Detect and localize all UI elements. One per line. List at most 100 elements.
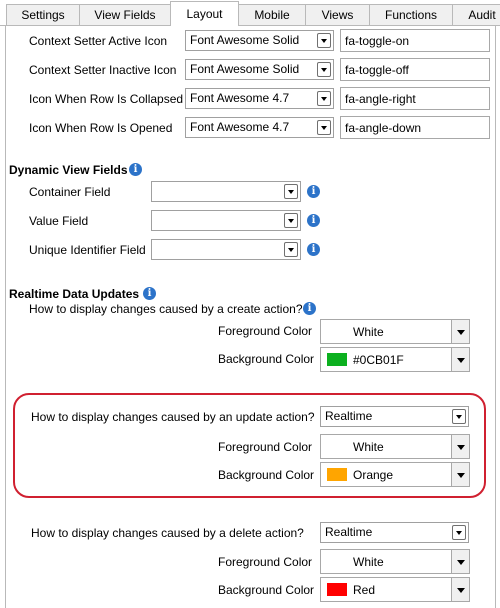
tab-view-fields[interactable]: View Fields (79, 4, 171, 25)
dropdown-button[interactable] (284, 242, 298, 257)
dropdown-button[interactable] (452, 525, 466, 540)
background-color-label: Background Color (218, 352, 315, 366)
delete-background-color-select[interactable]: Red (320, 577, 470, 602)
info-icon[interactable]: i (307, 185, 320, 198)
delete-mode-value: Realtime (325, 525, 373, 539)
icon-library-select[interactable]: Font Awesome 4.7 (185, 88, 334, 109)
icon-library-value: Font Awesome Solid (190, 62, 300, 76)
background-color-label: Background Color (218, 583, 315, 597)
chevron-down-icon (288, 190, 294, 194)
icon-setting-label: Context Setter Inactive Icon (29, 63, 177, 77)
tab-settings[interactable]: Settings (6, 4, 80, 25)
color-value: White (353, 325, 384, 339)
tab-bar: Settings View Fields Layout Mobile Views… (0, 0, 500, 26)
info-icon[interactable]: i (307, 214, 320, 227)
dropdown-button[interactable] (452, 409, 466, 424)
icon-library-value: Font Awesome Solid (190, 33, 300, 47)
delete-foreground-color-select[interactable]: White (320, 549, 470, 574)
create-background-color-select[interactable]: #0CB01F (320, 347, 470, 372)
info-icon[interactable]: i (303, 302, 316, 315)
color-swatch (327, 583, 347, 596)
color-swatch (327, 468, 347, 481)
chevron-down-icon (457, 588, 465, 593)
icon-name-input[interactable]: fa-angle-right (340, 87, 490, 110)
chevron-down-icon (456, 415, 462, 419)
icon-setting-label: Context Setter Active Icon (29, 34, 168, 48)
foreground-color-label: Foreground Color (218, 324, 313, 338)
color-value: White (353, 440, 384, 454)
container-field-select[interactable] (151, 181, 301, 202)
chevron-down-icon (288, 219, 294, 223)
dropdown-button[interactable] (317, 120, 331, 135)
icon-name-value: fa-toggle-off (345, 63, 409, 77)
create-action-question: How to display changes caused by a creat… (29, 302, 303, 316)
tab-divider (0, 25, 500, 26)
tab-functions[interactable]: Functions (369, 4, 453, 25)
icon-name-input[interactable]: fa-toggle-on (340, 29, 490, 52)
icon-name-value: fa-angle-right (345, 92, 416, 106)
dropdown-button[interactable] (317, 91, 331, 106)
icon-name-value: fa-angle-down (345, 121, 422, 135)
icon-setting-label: Icon When Row Is Opened (29, 121, 173, 135)
chevron-down-icon (457, 560, 465, 565)
update-mode-value: Realtime (325, 409, 373, 423)
dropdown-button[interactable] (451, 463, 469, 486)
dropdown-button[interactable] (451, 435, 469, 458)
tab-views[interactable]: Views (305, 4, 370, 25)
dropdown-button[interactable] (451, 320, 469, 343)
icon-library-select[interactable]: Font Awesome Solid (185, 59, 334, 80)
color-value: #0CB01F (353, 353, 404, 367)
icon-library-select[interactable]: Font Awesome 4.7 (185, 117, 334, 138)
panel-border-right (495, 25, 496, 608)
chevron-down-icon (457, 358, 465, 363)
dropdown-button[interactable] (451, 578, 469, 601)
icon-setting-label: Icon When Row Is Collapsed (29, 92, 184, 106)
chevron-down-icon (288, 248, 294, 252)
info-icon[interactable]: i (143, 287, 156, 300)
update-foreground-color-select[interactable]: White (320, 434, 470, 459)
info-icon[interactable]: i (307, 243, 320, 256)
update-mode-select[interactable]: Realtime (320, 406, 469, 427)
chevron-down-icon (456, 531, 462, 535)
field-label: Container Field (29, 185, 111, 199)
chevron-down-icon (321, 39, 327, 43)
section-title-dynamic-view-fields: Dynamic View Fields (9, 163, 128, 177)
dropdown-button[interactable] (451, 550, 469, 573)
chevron-down-icon (321, 97, 327, 101)
panel-border-left (5, 25, 6, 608)
info-icon[interactable]: i (129, 163, 142, 176)
unique-identifier-field-select[interactable] (151, 239, 301, 260)
icon-name-input[interactable]: fa-angle-down (340, 116, 490, 139)
value-field-select[interactable] (151, 210, 301, 231)
section-title-realtime-data-updates: Realtime Data Updates (9, 287, 140, 301)
icon-library-value: Font Awesome 4.7 (190, 120, 290, 134)
color-value: Orange (353, 468, 394, 482)
field-label: Value Field (29, 214, 89, 228)
delete-action-question: How to display changes caused by a delet… (31, 526, 304, 540)
icon-name-input[interactable]: fa-toggle-off (340, 58, 490, 81)
dropdown-button[interactable] (317, 33, 331, 48)
chevron-down-icon (457, 330, 465, 335)
icon-library-value: Font Awesome 4.7 (190, 91, 290, 105)
color-value: Red (353, 583, 376, 597)
dropdown-button[interactable] (317, 62, 331, 77)
background-color-label: Background Color (218, 468, 315, 482)
chevron-down-icon (321, 68, 327, 72)
chevron-down-icon (457, 473, 465, 478)
tab-layout[interactable]: Layout (170, 1, 239, 26)
update-background-color-select[interactable]: Orange (320, 462, 470, 487)
foreground-color-label: Foreground Color (218, 555, 313, 569)
dropdown-button[interactable] (451, 348, 469, 371)
dropdown-button[interactable] (284, 184, 298, 199)
update-action-question: How to display changes caused by an upda… (31, 410, 315, 424)
color-value: White (353, 555, 384, 569)
tab-audit[interactable]: Audit (452, 4, 500, 25)
tab-mobile[interactable]: Mobile (238, 4, 306, 25)
create-foreground-color-select[interactable]: White (320, 319, 470, 344)
field-label: Unique Identifier Field (29, 243, 146, 257)
delete-mode-select[interactable]: Realtime (320, 522, 469, 543)
icon-library-select[interactable]: Font Awesome Solid (185, 30, 334, 51)
dropdown-button[interactable] (284, 213, 298, 228)
icon-name-value: fa-toggle-on (345, 34, 410, 48)
color-swatch (327, 353, 347, 366)
